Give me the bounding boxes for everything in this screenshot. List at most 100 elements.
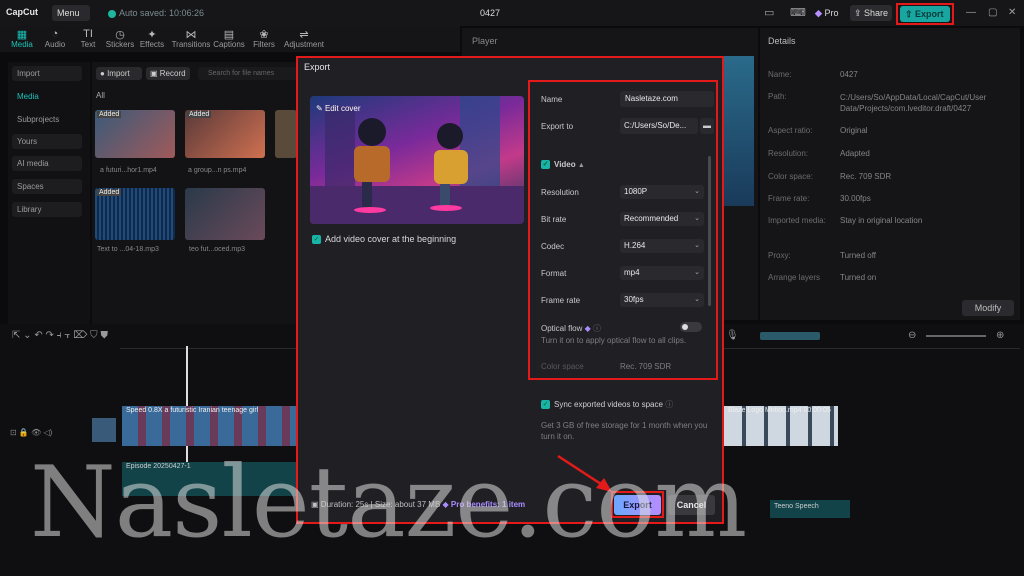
nav-import[interactable]: Import [12,66,82,81]
framerate-select[interactable]: 30fps ⌄ [620,293,704,307]
color-space-value: Rec. 709 SDR [620,362,672,371]
settings-scrollbar[interactable] [708,156,711,306]
zoom-out-icon[interactable]: ⊖ [908,330,916,341]
media-thumb[interactable] [185,188,265,240]
select-tool-icon[interactable]: ⇱ ⌄ ↶ ↷ ⫞ ⫟ ⌦ ⛉ ⛊ [12,330,108,341]
detail-value: Rec. 709 SDR [840,172,892,181]
chevron-down-icon: ⌄ [694,296,700,303]
bitrate-select[interactable]: Recommended ⌄ [620,212,704,226]
autosave-status: Auto saved: 10:06:26 [108,8,204,18]
thumb-label: a group...n ps.mp4 [188,167,247,174]
resolution-select[interactable]: 1080P ⌄ [620,185,704,199]
added-badge: Added [97,189,122,196]
tab-captions[interactable]: ▤ Captions [209,28,249,49]
add-cover-checkbox[interactable]: ✓ Add video cover at the beginning [312,234,456,245]
sync-label: Sync exported videos to space [554,400,663,409]
import-button[interactable]: ● Import [96,67,142,80]
added-badge: Added [187,111,212,118]
storage-hint: Get 3 GB of free storage for 1 month whe… [541,421,708,441]
folder-icon[interactable]: ▬ [700,118,714,134]
layout-icon[interactable]: ▭ [764,6,774,19]
detail-label: Aspect ratio: [768,126,813,135]
format-label: Format [541,269,567,278]
effects-icon: ✦ [147,29,157,41]
diamond-icon: ◆ [584,324,591,333]
video-toggle[interactable]: ✓ Video ▲ [541,160,585,170]
share-button[interactable]: ⇪ Share [850,5,892,21]
video-cover-preview[interactable] [310,96,524,224]
tab-label: Captions [213,40,245,49]
share-label: Share [864,8,889,18]
modify-button[interactable]: Modify [962,300,1014,316]
track-cover-thumb[interactable] [92,418,116,442]
format-select[interactable]: mp4 ⌄ [620,266,704,280]
nav-yours[interactable]: Yours [12,134,82,149]
nav-ai-media[interactable]: AI media [12,156,82,171]
detail-label: Resolution: [768,149,809,158]
track-controls[interactable]: ⊡ 🔒 👁 ◁) [10,428,52,437]
close-icon[interactable]: ✕ [1008,7,1016,18]
export-path-input[interactable]: C:/Users/So/De... [620,118,698,134]
transition-icon: ⋈ [185,29,197,41]
zoom-in-icon[interactable]: ⊕ [996,330,1004,341]
record-button[interactable]: ▣ Record [146,67,190,80]
media-search-input[interactable]: Search for file names [198,67,302,80]
pro-badge[interactable]: ◆ Pro [815,8,838,19]
filter-icon: ❀ [259,29,269,41]
zoom-slider[interactable] [926,335,986,337]
autosave-text: Auto saved: 10:06:26 [119,8,205,18]
detail-value: Stay in original location [840,216,923,225]
timeline-tools[interactable] [760,332,820,340]
cover-illustration [310,96,524,224]
app-logo: CapCut [6,7,38,17]
checkbox-checked-icon: ✓ [312,235,321,245]
tab-label: Text [80,40,96,49]
nav-spaces[interactable]: Spaces [12,179,82,194]
captions-icon: ▤ [223,29,235,41]
chevron-down-icon: ⌄ [694,188,700,195]
tab-filters[interactable]: ❀ Filters [244,28,284,49]
chevron-down-icon: ⌄ [694,215,700,222]
keyboard-icon[interactable]: ⌨ [790,6,806,19]
color-space-label: Color space [541,362,584,371]
help-icon: ⓘ [665,400,674,409]
export-top-button[interactable]: ⇧ Export [900,6,950,22]
codec-select[interactable]: H.264 ⌄ [620,239,704,253]
record-label: Record [159,69,186,78]
tab-adjustment[interactable]: ⇌ Adjustment [282,28,326,49]
media-thumb[interactable] [275,110,297,158]
tab-label: Adjustment [283,40,325,49]
chevron-down-icon: ⌄ [694,242,700,249]
edit-cover-button[interactable]: ✎ Edit cover [316,104,361,113]
detail-label: Name: [768,70,792,79]
tab-label: Media [11,40,33,49]
detail-value: C:/Users/So/AppData/Local/CapCut/User Da… [840,93,987,113]
export-to-label: Export to [541,122,574,131]
audio-label-2: Teeno Speech [774,503,819,510]
filter-all[interactable]: All [96,91,105,100]
export-top-highlight: ⇧ Export [896,3,954,25]
optical-flow-toggle[interactable] [680,322,702,332]
tab-transitions[interactable]: ⋈ Transitions [171,28,211,49]
mic-icon[interactable]: 🎙 [726,330,739,341]
minimize-icon[interactable]: — [966,7,976,18]
maximize-icon[interactable]: ▢ [988,7,997,18]
nav-media[interactable]: Media [12,89,82,104]
optical-flow-label: Optical flow ◆ ⓘ [541,323,601,334]
detail-value: Turned off [840,251,877,260]
nav-library[interactable]: Library [12,202,82,217]
watermark: Nasletaze.com [30,446,747,560]
bitrate-value: Recommended [624,214,679,223]
tab-label: Audio [44,40,66,49]
added-badge: Added [97,111,122,118]
detail-label: Frame rate: [768,194,810,203]
name-input[interactable]: Nasletaze.com [620,91,714,107]
nav-subprojects[interactable]: Subprojects [12,112,82,127]
clip-label: Speed 0.8X a futuristic Iranian teenage … [126,407,259,414]
detail-label: Arrange layers [768,273,821,282]
menu-button[interactable]: Menu [52,5,90,21]
saved-dot-icon [108,9,116,18]
tab-label: Filters [253,40,275,49]
sync-checkbox[interactable]: ✓ Sync exported videos to space ⓘ [541,399,673,410]
tab-effects[interactable]: ✦ Effects [132,28,172,49]
